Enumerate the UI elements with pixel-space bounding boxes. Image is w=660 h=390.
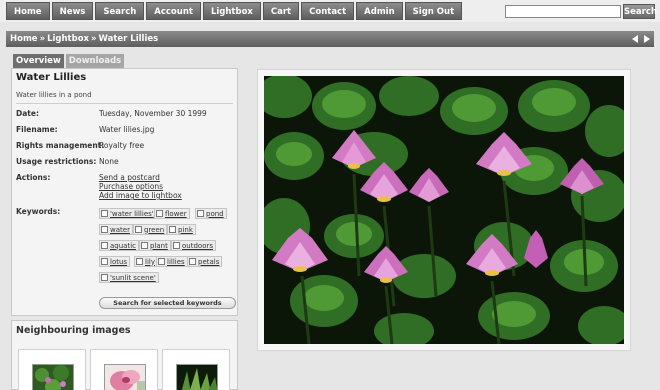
- checkbox-icon[interactable]: [197, 210, 204, 217]
- main-nav: Home News Search Account Lightbox Cart C…: [6, 2, 463, 20]
- breadcrumb-home[interactable]: Home: [10, 34, 38, 44]
- nav-sign-out[interactable]: Sign Out: [404, 2, 463, 20]
- nav-search[interactable]: Search: [95, 2, 145, 20]
- thumbnail-image[interactable]: [32, 364, 74, 390]
- rights-label: Rights management:: [16, 141, 105, 150]
- checkbox-icon[interactable]: [101, 226, 108, 233]
- keyword-chip[interactable]: pink: [167, 224, 196, 235]
- checkbox-icon[interactable]: [141, 242, 148, 249]
- search-button[interactable]: Search: [623, 4, 657, 19]
- thumbnail-image[interactable]: [104, 364, 146, 390]
- neighbouring-images-title: Neighbouring images: [16, 325, 131, 336]
- filename-value: Water lilies.jpg: [99, 125, 155, 134]
- main-image[interactable]: [256, 74, 633, 349]
- neighbouring-images-panel: Neighbouring images: [11, 320, 238, 390]
- checkbox-icon[interactable]: [101, 274, 108, 281]
- keyword-chip[interactable]: 'sunlit scene': [99, 272, 159, 283]
- divider: [16, 103, 233, 104]
- checkbox-icon[interactable]: [169, 226, 176, 233]
- checkbox-icon[interactable]: [158, 258, 165, 265]
- checkbox-icon[interactable]: [101, 258, 108, 265]
- next-arrow-icon[interactable]: [644, 35, 650, 43]
- checkbox-icon[interactable]: [135, 226, 142, 233]
- keyword-chip[interactable]: aquatic: [99, 240, 139, 251]
- keyword-chip[interactable]: lotus: [99, 256, 131, 267]
- keyword-chip[interactable]: pond: [195, 208, 227, 219]
- keyword-chip[interactable]: petals: [187, 256, 223, 267]
- nav-lightbox[interactable]: Lightbox: [202, 2, 261, 20]
- nav-account[interactable]: Account: [146, 2, 201, 20]
- keyword-chip[interactable]: green: [133, 224, 168, 235]
- keyword-chip[interactable]: flower: [154, 208, 190, 219]
- search-input[interactable]: [505, 5, 621, 18]
- usage-value: None: [99, 157, 119, 166]
- nav-admin[interactable]: Admin: [356, 2, 403, 20]
- purchase-options-link[interactable]: Purchase options: [99, 182, 163, 191]
- tab-downloads[interactable]: Downloads: [65, 54, 125, 68]
- keyword-chip[interactable]: plant: [139, 240, 171, 251]
- breadcrumb-lightbox[interactable]: Lightbox: [47, 34, 89, 44]
- breadcrumb-current: Water Lillies: [98, 34, 159, 44]
- neighbour-thumbnail[interactable]: [18, 349, 86, 390]
- rights-value: Royalty free: [99, 141, 145, 150]
- nav-cart[interactable]: Cart: [262, 2, 300, 20]
- keyword-chip[interactable]: 'water lillies': [99, 208, 157, 219]
- image-description: Water lillies in a pond: [16, 91, 92, 99]
- thumbnail-image[interactable]: [176, 364, 218, 390]
- image-details-panel: Water Lillies Water lillies in a pond Da…: [11, 68, 238, 316]
- checkbox-icon[interactable]: [136, 258, 143, 265]
- image-title: Water Lillies: [16, 72, 87, 83]
- checkbox-icon[interactable]: [189, 258, 196, 265]
- add-to-lightbox-link[interactable]: Add image to lightbox: [99, 191, 182, 200]
- main-image-frame: [256, 69, 633, 351]
- usage-label: Usage restrictions:: [16, 157, 97, 166]
- checkbox-icon[interactable]: [101, 242, 108, 249]
- nav-home[interactable]: Home: [6, 2, 50, 20]
- previous-arrow-icon[interactable]: [632, 35, 638, 43]
- keyword-chip[interactable]: outdoors: [171, 240, 216, 251]
- nav-news[interactable]: News: [51, 2, 94, 20]
- actions-label: Actions:: [16, 173, 51, 182]
- keywords-label: Keywords:: [16, 207, 61, 216]
- breadcrumb: Home» Lightbox» Water Lillies: [6, 31, 654, 47]
- search-keywords-button[interactable]: Search for selected keywords: [99, 297, 236, 309]
- filename-label: Filename:: [16, 125, 58, 134]
- checkbox-icon[interactable]: [156, 210, 163, 217]
- checkbox-icon[interactable]: [101, 210, 108, 217]
- top-navigation-bar: Home News Search Account Lightbox Cart C…: [0, 0, 660, 22]
- tab-overview[interactable]: Overview: [13, 54, 64, 68]
- keyword-chip[interactable]: water: [99, 224, 133, 235]
- checkbox-icon[interactable]: [173, 242, 180, 249]
- date-value: Tuesday, November 30 1999: [99, 109, 207, 118]
- image-pager: [632, 31, 650, 43]
- breadcrumb-separator: »: [39, 34, 46, 44]
- breadcrumb-separator: »: [91, 34, 97, 44]
- neighbour-thumbnail[interactable]: [90, 349, 158, 390]
- keyword-chip[interactable]: lillies: [156, 256, 188, 267]
- keyword-chip[interactable]: lily: [134, 256, 158, 267]
- neighbour-thumbnail[interactable]: [162, 349, 230, 390]
- nav-contact[interactable]: Contact: [301, 2, 355, 20]
- date-label: Date:: [16, 109, 39, 118]
- detail-tabs: Overview Downloads: [13, 54, 125, 68]
- send-postcard-link[interactable]: Send a postcard: [99, 173, 160, 182]
